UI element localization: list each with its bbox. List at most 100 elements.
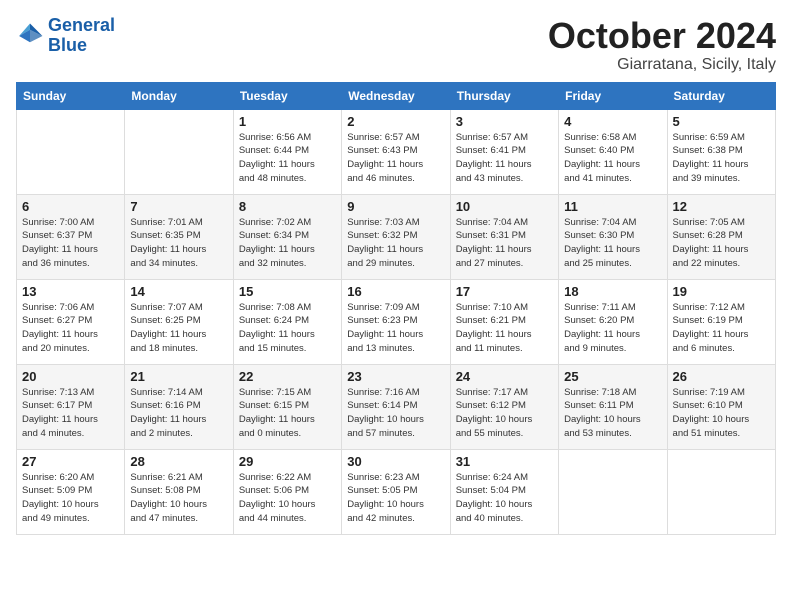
day-number: 21 (130, 369, 227, 384)
day-info: Sunrise: 7:04 AM Sunset: 6:30 PM Dayligh… (564, 216, 661, 271)
calendar-cell: 19Sunrise: 7:12 AM Sunset: 6:19 PM Dayli… (667, 279, 775, 364)
day-info: Sunrise: 7:19 AM Sunset: 6:10 PM Dayligh… (673, 386, 770, 441)
calendar-cell: 29 Sunrise: 6:22 AM Sunset: 5:06 PM Dayli… (233, 449, 341, 534)
calendar-week-3: 13Sunrise: 7:06 AM Sunset: 6:27 PM Dayli… (17, 279, 776, 364)
calendar-week-5: 27 Sunrise: 6:20 AM Sunset: 5:09 PM Dayli… (17, 449, 776, 534)
day-number: 24 (456, 369, 553, 384)
calendar-cell: 3 Sunrise: 6:57 AM Sunset: 6:41 PM Daylig… (450, 109, 558, 194)
day-info: Sunrise: 6:56 AM Sunset: 6:44 PM Dayligh… (239, 131, 336, 186)
day-number: 7 (130, 199, 227, 214)
calendar-cell (559, 449, 667, 534)
day-info: Sunrise: 7:16 AM Sunset: 6:14 PM Dayligh… (347, 386, 444, 441)
day-info: Sunrise: 6:20 AM Sunset: 5:09 PM Dayligh… (22, 471, 119, 526)
calendar-cell: 2 Sunrise: 6:57 AM Sunset: 6:43 PM Daylig… (342, 109, 450, 194)
day-number: 19 (673, 284, 770, 299)
logo-text: General Blue (48, 16, 115, 56)
day-number: 3 (456, 114, 553, 129)
calendar-cell: 23 Sunrise: 7:16 AM Sunset: 6:14 PM Dayli… (342, 364, 450, 449)
calendar-cell: 14Sunrise: 7:07 AM Sunset: 6:25 PM Dayli… (125, 279, 233, 364)
day-info: Sunrise: 7:04 AM Sunset: 6:31 PM Dayligh… (456, 216, 553, 271)
column-header-sunday: Sunday (17, 82, 125, 109)
day-number: 22 (239, 369, 336, 384)
calendar-week-4: 20 Sunrise: 7:13 AM Sunset: 6:17 PM Dayli… (17, 364, 776, 449)
day-number: 4 (564, 114, 661, 129)
day-number: 31 (456, 454, 553, 469)
day-number: 5 (673, 114, 770, 129)
day-info: Sunrise: 7:06 AM Sunset: 6:27 PM Dayligh… (22, 301, 119, 356)
page-header: General Blue October 2024 Giarratana, Si… (16, 16, 776, 74)
day-number: 27 (22, 454, 119, 469)
calendar-cell: 4 Sunrise: 6:58 AM Sunset: 6:40 PM Daylig… (559, 109, 667, 194)
calendar-cell: 7 Sunrise: 7:01 AM Sunset: 6:35 PM Daylig… (125, 194, 233, 279)
calendar-cell: 17 Sunrise: 7:10 AM Sunset: 6:21 PM Dayli… (450, 279, 558, 364)
day-info: Sunrise: 6:24 AM Sunset: 5:04 PM Dayligh… (456, 471, 553, 526)
calendar-table: SundayMondayTuesdayWednesdayThursdayFrid… (16, 82, 776, 535)
calendar-cell: 30 Sunrise: 6:23 AM Sunset: 5:05 PM Dayli… (342, 449, 450, 534)
column-header-monday: Monday (125, 82, 233, 109)
calendar-cell: 27 Sunrise: 6:20 AM Sunset: 5:09 PM Dayli… (17, 449, 125, 534)
day-number: 2 (347, 114, 444, 129)
column-header-tuesday: Tuesday (233, 82, 341, 109)
day-number: 23 (347, 369, 444, 384)
day-info: Sunrise: 7:14 AM Sunset: 6:16 PM Dayligh… (130, 386, 227, 441)
day-number: 26 (673, 369, 770, 384)
day-number: 20 (22, 369, 119, 384)
calendar-cell: 1 Sunrise: 6:56 AM Sunset: 6:44 PM Daylig… (233, 109, 341, 194)
day-info: Sunrise: 7:15 AM Sunset: 6:15 PM Dayligh… (239, 386, 336, 441)
calendar-cell (125, 109, 233, 194)
day-info: Sunrise: 6:57 AM Sunset: 6:41 PM Dayligh… (456, 131, 553, 186)
day-info: Sunrise: 7:02 AM Sunset: 6:34 PM Dayligh… (239, 216, 336, 271)
calendar-week-1: 1 Sunrise: 6:56 AM Sunset: 6:44 PM Daylig… (17, 109, 776, 194)
calendar-cell: 25Sunrise: 7:18 AM Sunset: 6:11 PM Dayli… (559, 364, 667, 449)
day-info: Sunrise: 7:00 AM Sunset: 6:37 PM Dayligh… (22, 216, 119, 271)
day-info: Sunrise: 7:07 AM Sunset: 6:25 PM Dayligh… (130, 301, 227, 356)
calendar-cell: 11 Sunrise: 7:04 AM Sunset: 6:30 PM Dayli… (559, 194, 667, 279)
calendar-cell: 15 Sunrise: 7:08 AM Sunset: 6:24 PM Dayli… (233, 279, 341, 364)
day-info: Sunrise: 6:57 AM Sunset: 6:43 PM Dayligh… (347, 131, 444, 186)
day-info: Sunrise: 6:22 AM Sunset: 5:06 PM Dayligh… (239, 471, 336, 526)
calendar-cell: 24 Sunrise: 7:17 AM Sunset: 6:12 PM Dayli… (450, 364, 558, 449)
day-info: Sunrise: 6:59 AM Sunset: 6:38 PM Dayligh… (673, 131, 770, 186)
day-info: Sunrise: 6:21 AM Sunset: 5:08 PM Dayligh… (130, 471, 227, 526)
calendar-cell: 9 Sunrise: 7:03 AM Sunset: 6:32 PM Daylig… (342, 194, 450, 279)
day-number: 30 (347, 454, 444, 469)
day-info: Sunrise: 6:23 AM Sunset: 5:05 PM Dayligh… (347, 471, 444, 526)
day-info: Sunrise: 7:10 AM Sunset: 6:21 PM Dayligh… (456, 301, 553, 356)
column-header-saturday: Saturday (667, 82, 775, 109)
day-number: 28 (130, 454, 227, 469)
calendar-cell: 18 Sunrise: 7:11 AM Sunset: 6:20 PM Dayli… (559, 279, 667, 364)
day-number: 11 (564, 199, 661, 214)
day-number: 17 (456, 284, 553, 299)
day-number: 18 (564, 284, 661, 299)
day-number: 12 (673, 199, 770, 214)
day-number: 29 (239, 454, 336, 469)
calendar-cell: 5 Sunrise: 6:59 AM Sunset: 6:38 PM Daylig… (667, 109, 775, 194)
day-info: Sunrise: 7:01 AM Sunset: 6:35 PM Dayligh… (130, 216, 227, 271)
calendar-week-2: 6 Sunrise: 7:00 AM Sunset: 6:37 PM Daylig… (17, 194, 776, 279)
calendar-cell: 26 Sunrise: 7:19 AM Sunset: 6:10 PM Dayli… (667, 364, 775, 449)
day-number: 15 (239, 284, 336, 299)
day-info: Sunrise: 6:58 AM Sunset: 6:40 PM Dayligh… (564, 131, 661, 186)
column-header-wednesday: Wednesday (342, 82, 450, 109)
day-number: 25 (564, 369, 661, 384)
column-header-friday: Friday (559, 82, 667, 109)
day-info: Sunrise: 7:05 AM Sunset: 6:28 PM Dayligh… (673, 216, 770, 271)
day-number: 10 (456, 199, 553, 214)
day-info: Sunrise: 7:08 AM Sunset: 6:24 PM Dayligh… (239, 301, 336, 356)
day-number: 6 (22, 199, 119, 214)
day-number: 1 (239, 114, 336, 129)
calendar-cell: 13Sunrise: 7:06 AM Sunset: 6:27 PM Dayli… (17, 279, 125, 364)
calendar-cell: 22 Sunrise: 7:15 AM Sunset: 6:15 PM Dayli… (233, 364, 341, 449)
calendar-cell (667, 449, 775, 534)
day-info: Sunrise: 7:11 AM Sunset: 6:20 PM Dayligh… (564, 301, 661, 356)
location: Giarratana, Sicily, Italy (548, 56, 776, 74)
day-number: 9 (347, 199, 444, 214)
calendar-cell: 8Sunrise: 7:02 AM Sunset: 6:34 PM Daylig… (233, 194, 341, 279)
day-info: Sunrise: 7:03 AM Sunset: 6:32 PM Dayligh… (347, 216, 444, 271)
logo-icon (16, 22, 44, 50)
day-info: Sunrise: 7:17 AM Sunset: 6:12 PM Dayligh… (456, 386, 553, 441)
calendar-cell: 20 Sunrise: 7:13 AM Sunset: 6:17 PM Dayli… (17, 364, 125, 449)
logo: General Blue (16, 16, 115, 56)
calendar-cell (17, 109, 125, 194)
day-info: Sunrise: 7:13 AM Sunset: 6:17 PM Dayligh… (22, 386, 119, 441)
